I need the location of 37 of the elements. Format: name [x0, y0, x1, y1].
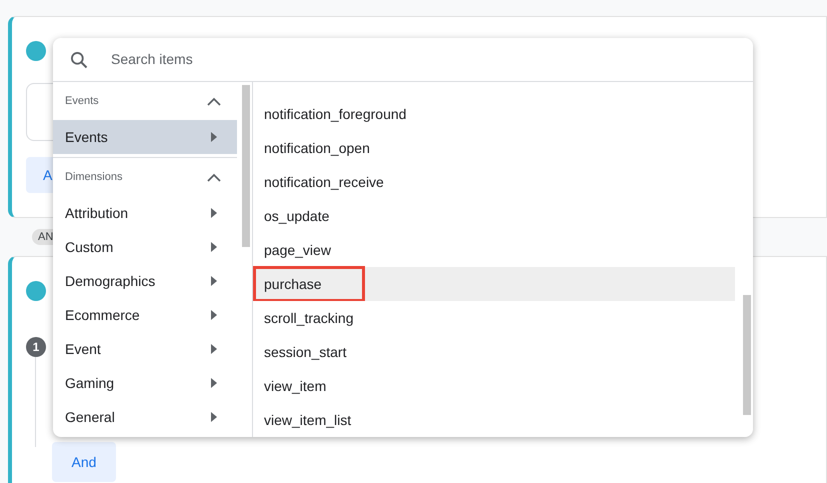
caret-icon — [211, 412, 217, 422]
chevron-up-icon[interactable] — [207, 172, 221, 182]
event-name: notification_receive — [264, 172, 384, 192]
event-name: view_item — [264, 376, 326, 396]
group-header: Events — [65, 94, 99, 109]
event-name: page_view — [264, 240, 331, 260]
scrollbar-thumb[interactable] — [242, 85, 250, 247]
and-button[interactable]: And — [52, 442, 116, 482]
event-name: notification_foreground — [264, 104, 406, 124]
and-chip: AN — [32, 228, 54, 246]
event-name: notification_open — [264, 138, 370, 158]
category-item[interactable]: Ecommerce — [53, 298, 237, 332]
caret-icon — [211, 378, 217, 388]
category-item[interactable]: Gaming — [53, 366, 237, 400]
caret-icon — [211, 276, 217, 286]
event-name: os_update — [264, 206, 330, 226]
category-item[interactable]: Demographics — [53, 264, 237, 298]
step-badge: 1 — [26, 337, 46, 357]
caret-icon — [211, 242, 217, 252]
caret-icon — [211, 344, 217, 354]
event-option[interactable]: purchase — [253, 267, 735, 301]
category-item[interactable]: Custom — [53, 230, 237, 264]
category-item[interactable]: Attribution — [53, 196, 237, 230]
event-name: session_start — [264, 342, 346, 362]
caret-icon — [211, 132, 217, 142]
group-header: Dimensions — [65, 170, 122, 185]
category-item[interactable]: Events — [53, 120, 237, 154]
caret-icon — [211, 310, 217, 320]
event-name: view_item_list — [264, 410, 352, 430]
scrollbar-thumb[interactable] — [743, 295, 751, 415]
category-item[interactable]: Event — [53, 332, 237, 366]
category-item[interactable]: General — [53, 400, 237, 434]
caret-icon — [211, 208, 217, 218]
search-field[interactable]: Search items — [111, 49, 753, 70]
event-name: scroll_tracking — [264, 308, 354, 328]
chevron-up-icon[interactable] — [207, 96, 221, 106]
search-icon — [69, 50, 89, 70]
